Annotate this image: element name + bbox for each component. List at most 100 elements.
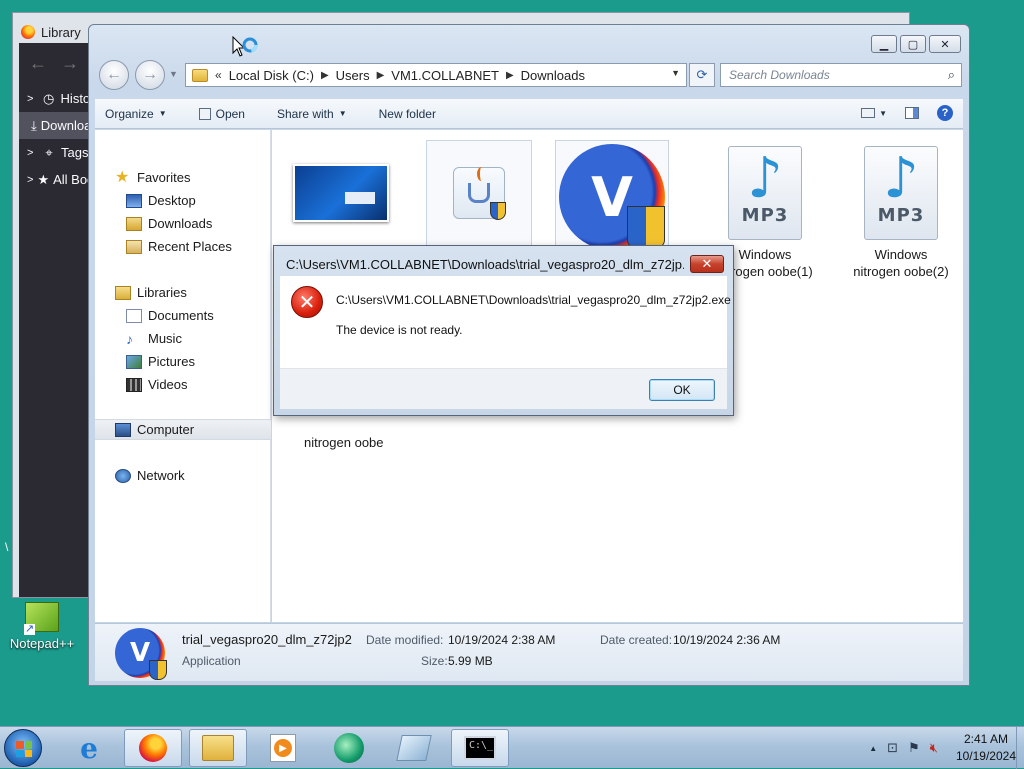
address-dropdown-icon[interactable]: ▼ — [671, 68, 680, 78]
maximize-button[interactable]: ▢ — [900, 35, 926, 53]
breadcrumb-arrow-icon[interactable]: ▶ — [321, 70, 329, 81]
minimize-button[interactable]: ▁ — [871, 35, 897, 53]
nav-label: Network — [137, 468, 185, 483]
start-button[interactable] — [4, 729, 42, 767]
preview-pane-button[interactable] — [905, 107, 919, 119]
breadcrumb-arrow-icon[interactable]: ▶ — [377, 70, 385, 81]
expand-arrow-icon[interactable]: > — [27, 93, 37, 105]
breadcrumb-users[interactable]: Users — [336, 68, 370, 83]
search-icon: ⌕ — [947, 67, 955, 82]
dialog-close-button[interactable]: ✕ — [690, 255, 724, 273]
taskbar-media-player[interactable]: ▶ — [254, 729, 312, 767]
java-installer-icon — [453, 167, 506, 220]
nav-pictures[interactable]: Pictures — [95, 351, 271, 372]
star-icon: ★ — [37, 171, 50, 187]
recent-pages-dropdown[interactable]: ▼ — [169, 69, 178, 79]
taskbar-browser[interactable] — [320, 729, 378, 767]
details-file-type: Application — [182, 654, 241, 668]
expand-arrow-icon[interactable]: > — [27, 147, 37, 159]
internet-explorer-icon: e — [80, 731, 98, 765]
nav-favorites[interactable]: ★ Favorites — [95, 167, 271, 188]
taskbar-firefox[interactable] — [124, 729, 182, 767]
clock-date: 10/19/2024 — [955, 749, 1016, 763]
nav-label: Videos — [148, 377, 188, 392]
breadcrumb-local-disk[interactable]: Local Disk (C:) — [229, 68, 314, 83]
library-tree-label: Tags — [61, 145, 89, 160]
file-item-mp3-2[interactable]: ♪ MP3 Windows nitrogen oobe(2) — [836, 140, 966, 280]
expand-arrow-icon[interactable]: > — [27, 174, 33, 186]
pictures-icon — [126, 354, 142, 369]
nav-label: Computer — [137, 422, 195, 437]
ok-button[interactable]: OK — [649, 379, 715, 401]
address-bar[interactable]: « Local Disk (C:) ▶ Users ▶ VM1.COLLABNE… — [185, 63, 687, 87]
music-icon: ♪ — [126, 330, 133, 347]
network-tray-icon[interactable]: ⊡ — [887, 740, 898, 756]
open-icon — [198, 107, 211, 120]
forward-arrow-icon[interactable]: → — [61, 53, 79, 74]
share-with-menu[interactable]: Share with ▼ — [267, 99, 357, 128]
dropdown-arrow-icon: ▼ — [879, 108, 887, 118]
desktop-shortcut-label: Notepad++ — [9, 636, 75, 651]
organize-menu[interactable]: Organize ▼ — [95, 99, 177, 128]
nav-recent-places[interactable]: Recent Places — [95, 236, 271, 257]
browser-icon — [334, 733, 364, 763]
file-name-partial[interactable]: nitrogen oobe — [304, 435, 384, 450]
nav-videos[interactable]: Videos — [95, 374, 271, 395]
taskbar-file-manager[interactable] — [385, 729, 443, 767]
volume-muted-icon[interactable]: 🔇︎ — [930, 740, 938, 756]
forward-button[interactable]: → — [135, 60, 165, 90]
breadcrumb-arrow-icon[interactable]: ▶ — [506, 70, 514, 81]
desktop-edge-text: \ — [5, 540, 9, 554]
help-icon[interactable]: ? — [937, 105, 953, 121]
dialog-footer: OK — [280, 368, 727, 409]
nav-downloads[interactable]: Downloads — [95, 213, 271, 234]
refresh-icon: ⟳ — [696, 67, 708, 82]
windows-logo-icon — [16, 741, 32, 757]
clock[interactable]: 2:41 AM 10/19/2024 — [956, 731, 1016, 765]
nav-network[interactable]: Network — [95, 465, 271, 486]
taskbar-command-prompt[interactable]: C:\_ — [451, 729, 509, 767]
refresh-button[interactable]: ⟳ — [689, 63, 715, 87]
search-input[interactable]: Search Downloads ⌕ — [720, 63, 962, 87]
details-file-name: trial_vegaspro20_dlm_z72jp2 — [182, 632, 352, 647]
star-icon: ★ — [115, 168, 130, 186]
change-view-button[interactable]: ▼ — [861, 108, 887, 118]
dropdown-arrow-icon: ▼ — [158, 109, 167, 118]
nav-desktop[interactable]: Desktop — [95, 190, 271, 211]
new-folder-label: New folder — [378, 106, 436, 121]
nav-documents[interactable]: Documents — [95, 305, 271, 326]
new-folder-button[interactable]: New folder — [369, 99, 446, 128]
action-center-flag-icon[interactable]: ⚑ — [908, 740, 920, 756]
view-icon — [861, 108, 876, 118]
clock-icon: ◷ — [43, 90, 55, 106]
breadcrumb-downloads[interactable]: Downloads — [521, 68, 585, 83]
show-desktop-button[interactable] — [1016, 727, 1024, 769]
mp3-badge: MP3 — [877, 205, 925, 226]
open-button[interactable]: Open — [189, 99, 255, 128]
close-window-button[interactable]: ✕ — [929, 35, 961, 53]
nav-music[interactable]: ♪ Music — [95, 328, 271, 349]
downloads-folder-icon — [126, 216, 142, 231]
network-icon — [115, 468, 131, 483]
file-name-line: Windows — [874, 247, 928, 262]
address-overflow[interactable]: « — [215, 68, 222, 82]
back-arrow-icon[interactable]: ← — [29, 53, 47, 74]
file-item-java[interactable] — [414, 140, 544, 246]
mp3-badge: MP3 — [741, 205, 789, 226]
desktop-shortcut-notepadpp[interactable]: Notepad++ — [2, 602, 82, 651]
nav-computer[interactable]: Computer — [95, 419, 271, 440]
error-icon: ✕ — [291, 286, 323, 318]
recent-places-icon — [126, 239, 142, 254]
file-item-vegas[interactable]: V — [547, 140, 677, 254]
file-item-windows-image[interactable] — [276, 140, 406, 246]
taskbar-internet-explorer[interactable]: e — [60, 729, 118, 767]
show-hidden-icons-button[interactable]: ▲ — [869, 744, 877, 753]
file-manager-icon — [396, 735, 432, 761]
computer-icon — [115, 422, 131, 437]
vegas-app-icon: V — [559, 144, 665, 250]
nav-libraries[interactable]: Libraries — [95, 282, 271, 303]
back-button[interactable]: ← — [99, 60, 129, 90]
error-dialog[interactable]: C:\Users\VM1.COLLABNET\Downloads\trial_v… — [273, 245, 734, 416]
taskbar-windows-explorer[interactable] — [189, 729, 247, 767]
breadcrumb-user[interactable]: VM1.COLLABNET — [391, 68, 499, 83]
